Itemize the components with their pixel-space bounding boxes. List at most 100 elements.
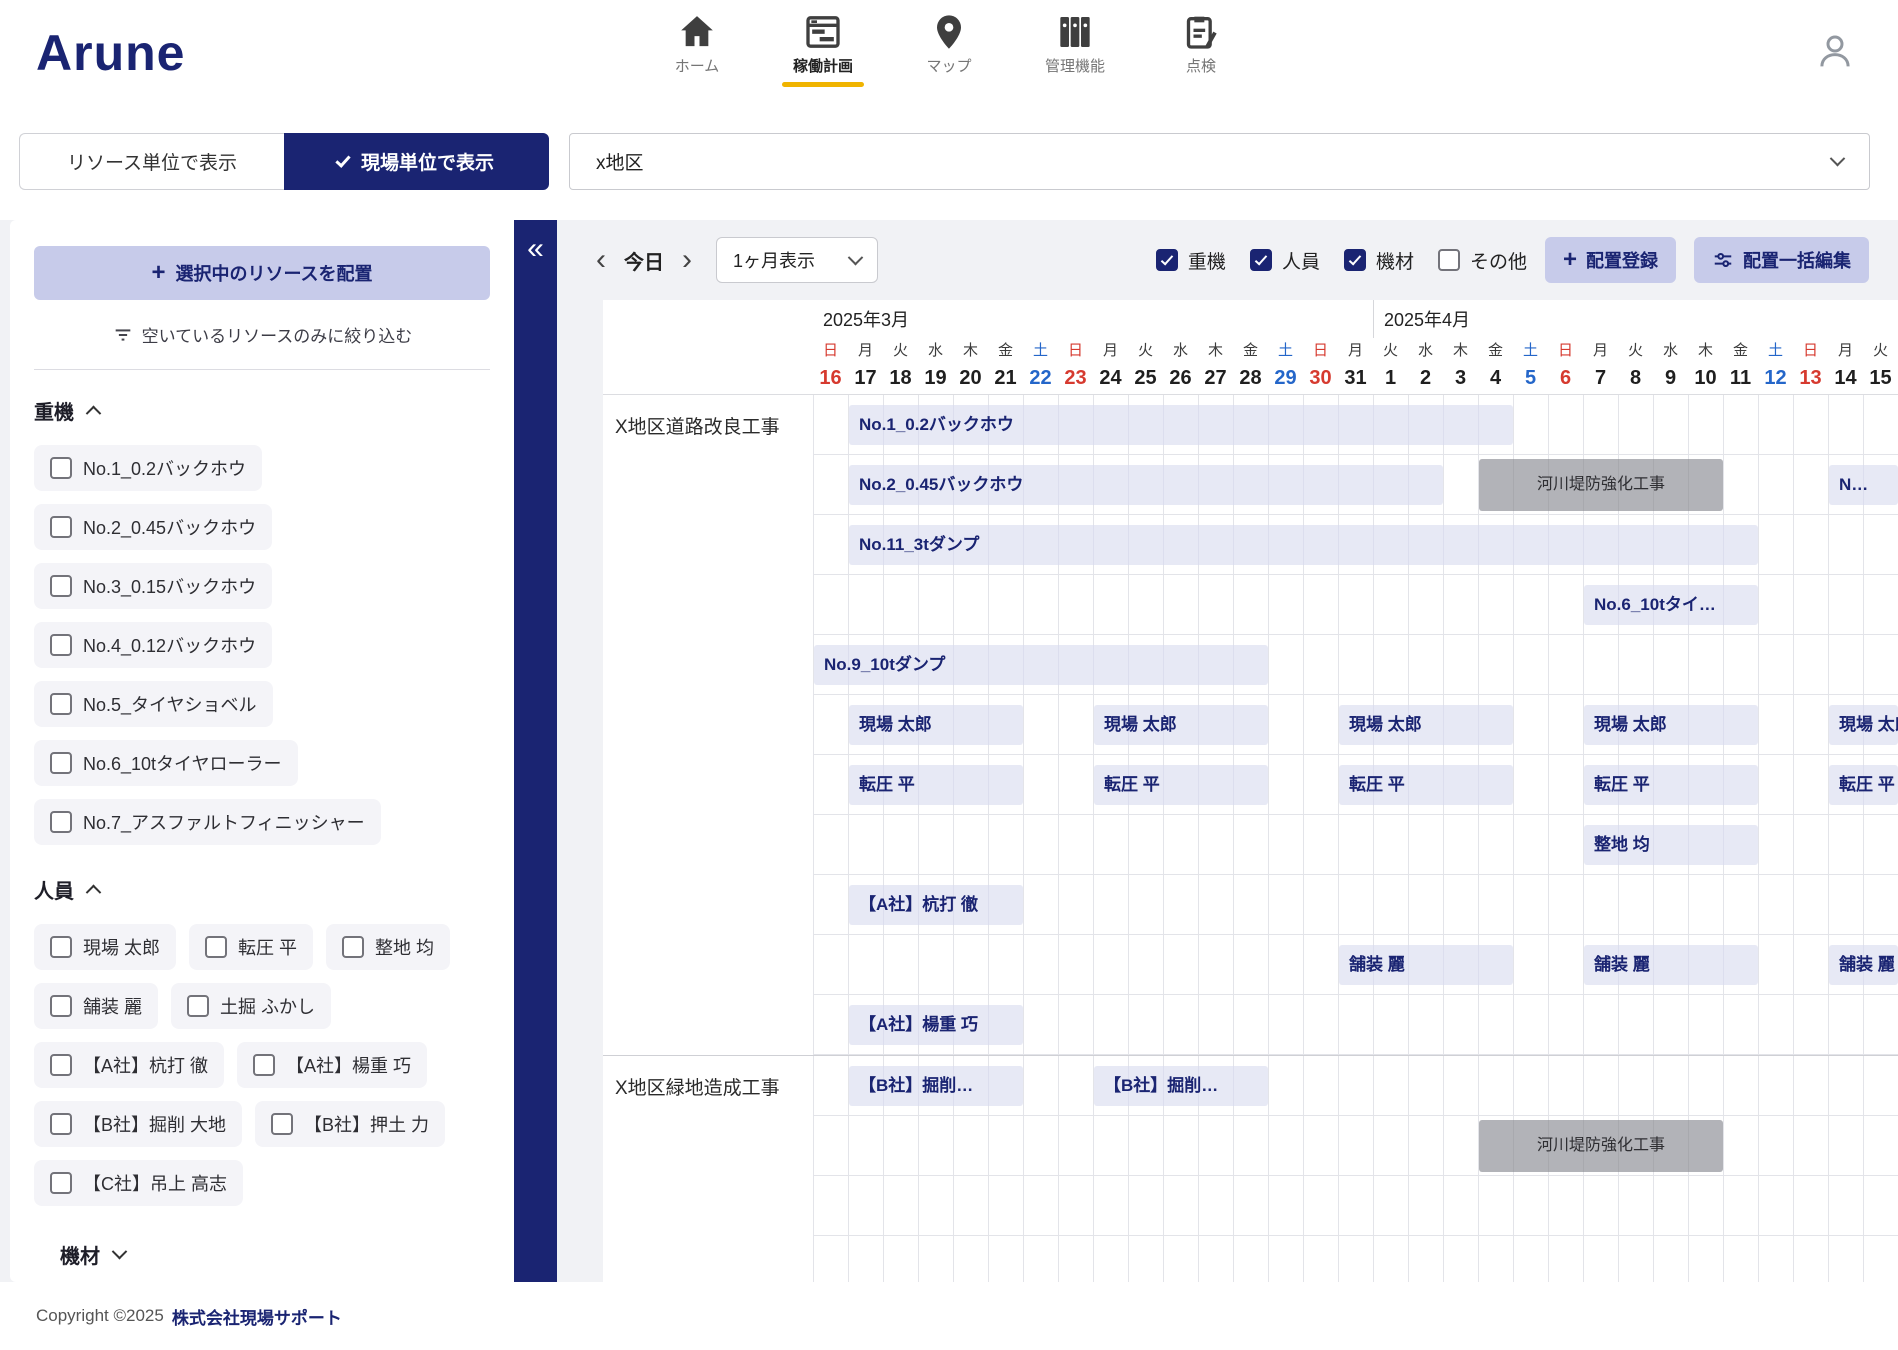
prev-period-button[interactable]: ‹: [594, 245, 608, 275]
resource-chip-label: 【B社】掘削 大地: [83, 1115, 227, 1135]
section-header-personnel[interactable]: 人員: [34, 875, 490, 904]
assignment-bar[interactable]: 現場 太郎: [1584, 705, 1758, 745]
checkbox-icon[interactable]: [1437, 249, 1460, 271]
checkbox-icon[interactable]: [205, 936, 228, 958]
resource-chip[interactable]: No.2_0.45バックホウ: [34, 504, 273, 550]
filter-funnel-icon: [112, 324, 134, 346]
assignment-bar[interactable]: No.9_10tダンプ: [814, 645, 1268, 685]
assignment-bar[interactable]: 【B社】掘削…: [849, 1066, 1023, 1106]
today-button[interactable]: 今日: [624, 246, 664, 275]
checkbox-icon[interactable]: [342, 936, 365, 958]
resource-chip[interactable]: 【A社】楊重 巧: [237, 1042, 428, 1088]
type-filter-人員[interactable]: 人員: [1249, 247, 1320, 274]
resource-chip[interactable]: 舗装 麗: [34, 983, 159, 1029]
resource-chip[interactable]: 【A社】杭打 徹: [34, 1042, 225, 1088]
assignment-bar[interactable]: 転圧 平: [849, 765, 1023, 805]
type-filter-機材[interactable]: 機材: [1343, 247, 1414, 274]
assignment-bar[interactable]: 転圧 平: [1339, 765, 1513, 805]
checkbox-icon[interactable]: [187, 995, 210, 1017]
type-filter-その他[interactable]: その他: [1437, 247, 1527, 274]
assignment-bar[interactable]: 現場 太郎: [1339, 705, 1513, 745]
resource-chip[interactable]: No.7_アスファルトフィニッシャー: [34, 799, 381, 845]
other-site-bar[interactable]: 河川堤防強化工事: [1479, 1120, 1723, 1172]
assignment-bar[interactable]: 現場 太郎: [849, 705, 1023, 745]
chip-row: No.6_10tタイヤローラー: [34, 740, 490, 786]
area-select[interactable]: x地区: [569, 133, 1870, 190]
assignment-bar[interactable]: 舗装 麗: [1584, 945, 1758, 985]
assignment-bar[interactable]: 【A社】杭打 徹: [849, 885, 1023, 925]
nav-item-schedule[interactable]: 稼働計画: [773, 12, 873, 87]
user-account-icon[interactable]: [1814, 30, 1856, 72]
section-header-equipment[interactable]: 機材: [60, 1240, 490, 1269]
checkbox-icon[interactable]: [50, 516, 72, 538]
checkbox-icon[interactable]: [50, 1054, 72, 1076]
resource-chip[interactable]: 土掘 ふかし: [171, 983, 332, 1029]
assignment-bar[interactable]: No.2_0.45バックホウ: [849, 465, 1443, 505]
period-select-value: 1ヶ月表示: [733, 251, 816, 271]
other-site-bar[interactable]: 河川堤防強化工事: [1479, 459, 1723, 511]
sidebar-collapse-button[interactable]: «: [527, 234, 544, 1282]
resource-chip-label: No.6_10tタイヤローラー: [83, 754, 282, 774]
assignment-bar[interactable]: 転圧 平: [1094, 765, 1268, 805]
chip-row: No.3_0.15バックホウ: [34, 563, 490, 609]
section-header-heavy-machinery[interactable]: 重機: [34, 396, 490, 425]
chip-row: No.7_アスファルトフィニッシャー: [34, 799, 490, 845]
period-select[interactable]: 1ヶ月表示: [716, 237, 878, 283]
assignment-bar[interactable]: 【A社】楊重 巧: [849, 1005, 1023, 1045]
gantt-chart: 2025年3月 2025年4月 日 月 火 水 木 金 土 日 月 火 水 木 金 土 日 月 火 水 木 金 土 日 月 火 水…: [603, 300, 1898, 1282]
resource-chip[interactable]: No.1_0.2バックホウ: [34, 445, 263, 491]
resource-chip[interactable]: 【C社】吊上 高志: [34, 1160, 243, 1206]
checkbox-icon[interactable]: [271, 1113, 294, 1135]
nav-item-inspection[interactable]: 点検: [1151, 12, 1251, 87]
assignment-bar[interactable]: 整地 均: [1584, 825, 1758, 865]
checkbox-icon[interactable]: [50, 995, 72, 1017]
checkbox-icon[interactable]: [1155, 249, 1178, 271]
checkbox-icon[interactable]: [50, 575, 72, 597]
checkbox-icon[interactable]: [50, 457, 72, 479]
checkbox-icon[interactable]: [50, 811, 72, 833]
checkbox-icon[interactable]: [50, 634, 72, 656]
assignment-bar[interactable]: No.1_0.2バックホウ: [849, 405, 1513, 445]
checkbox-icon[interactable]: [1343, 249, 1366, 271]
date-cell: 19: [924, 367, 947, 389]
assignment-bar[interactable]: N…: [1829, 465, 1898, 505]
assignment-bar[interactable]: 現場 太郎: [1094, 705, 1268, 745]
register-assignment-button[interactable]: + 配置登録: [1544, 237, 1676, 283]
schedule-icon: [803, 12, 843, 52]
checkbox-icon[interactable]: [50, 752, 72, 774]
checkbox-icon[interactable]: [50, 1113, 72, 1135]
nav-item-map[interactable]: マップ: [899, 12, 999, 87]
company-link[interactable]: 株式会社現場サポート: [172, 1304, 342, 1329]
resource-chip[interactable]: No.5_タイヤショベル: [34, 681, 273, 727]
checkbox-icon[interactable]: [50, 936, 72, 958]
resource-chip[interactable]: 転圧 平: [189, 924, 314, 970]
resource-chip[interactable]: No.3_0.15バックホウ: [34, 563, 273, 609]
nav-item-admin[interactable]: 管理機能: [1025, 12, 1125, 87]
checkbox-icon[interactable]: [253, 1054, 276, 1076]
assignment-bar[interactable]: 舗装 麗: [1339, 945, 1513, 985]
checkbox-icon[interactable]: [1249, 249, 1272, 271]
assignment-bar[interactable]: 転圧 平: [1584, 765, 1758, 805]
bulk-edit-button[interactable]: 配置一括編集: [1694, 237, 1869, 283]
next-period-button[interactable]: ›: [680, 245, 694, 275]
resource-chip[interactable]: No.4_0.12バックホウ: [34, 622, 273, 668]
resource-chip[interactable]: 【B社】押土 力: [255, 1101, 446, 1147]
resource-chip[interactable]: 【B社】掘削 大地: [34, 1101, 243, 1147]
resource-chip[interactable]: No.6_10tタイヤローラー: [34, 740, 298, 786]
assignment-bar[interactable]: 【B社】掘削…: [1094, 1066, 1268, 1106]
assignment-bar[interactable]: No.11_3tダンプ: [849, 525, 1758, 565]
nav-item-home[interactable]: ホーム: [647, 12, 747, 87]
resource-chip[interactable]: 整地 均: [326, 924, 451, 970]
checkbox-icon[interactable]: [50, 1172, 72, 1194]
assignment-bar[interactable]: 舗装 麗: [1829, 945, 1898, 985]
assignment-bar[interactable]: No.6_10tタイ…: [1584, 585, 1758, 625]
site-view-button[interactable]: 現場単位で表示: [284, 133, 549, 190]
filter-available-link[interactable]: 空いているリソースのみに絞り込む: [34, 322, 490, 347]
assign-selected-button[interactable]: + 選択中のリソースを配置: [34, 246, 490, 300]
type-filter-重機[interactable]: 重機: [1155, 247, 1226, 274]
assignment-bar[interactable]: 現場 太郎: [1829, 705, 1898, 745]
checkbox-icon[interactable]: [50, 693, 72, 715]
resource-view-button[interactable]: リソース単位で表示: [19, 133, 284, 190]
assignment-bar[interactable]: 転圧 平: [1829, 765, 1898, 805]
resource-chip[interactable]: 現場 太郎: [34, 924, 177, 970]
